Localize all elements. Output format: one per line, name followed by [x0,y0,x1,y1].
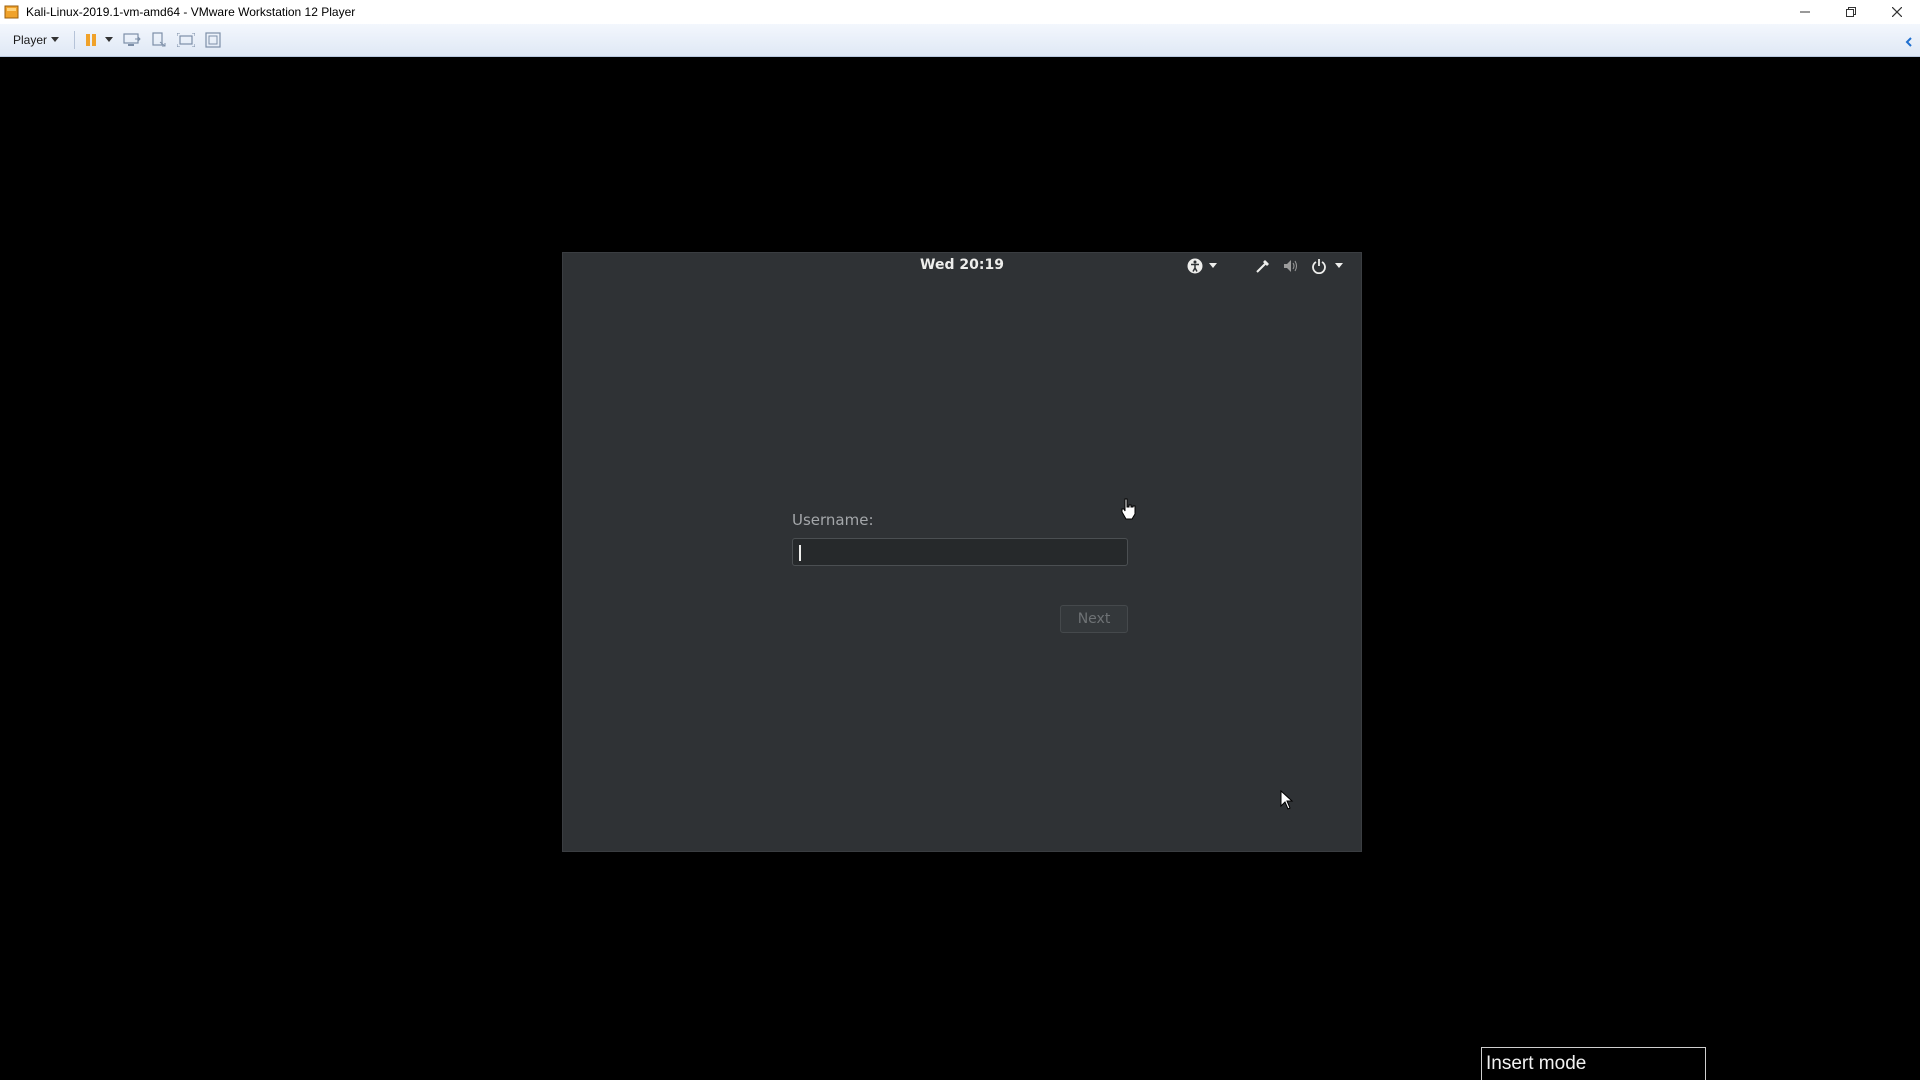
window-title: Kali-Linux-2019.1-vm-amd64 - VMware Work… [26,5,356,19]
arrow-cursor-icon [1280,790,1294,810]
next-button[interactable]: Next [1060,605,1128,633]
power-icon [1312,259,1326,274]
send-ctrl-alt-del-button[interactable] [121,29,143,51]
collapse-toolbar-button[interactable] [1904,32,1914,51]
window-title-bar: Kali-Linux-2019.1-vm-amd64 - VMware Work… [0,0,1920,24]
vmware-app-icon [4,4,20,20]
chevron-down-icon [51,37,60,42]
network-icon [1256,260,1269,273]
removable-devices-icon [152,32,166,47]
login-form: Username: Next [792,511,1128,633]
minimize-button[interactable] [1782,0,1828,24]
username-label: Username: [792,511,874,529]
volume-icon [1284,260,1297,272]
username-input[interactable] [792,538,1128,566]
hand-cursor-icon [1121,498,1136,520]
player-toolbar: Player [0,24,1920,57]
chevron-down-icon [1335,263,1343,268]
player-menu-button[interactable]: Player [8,31,64,49]
close-button[interactable] [1874,0,1920,24]
toolbar-divider [74,31,76,49]
removable-devices-button[interactable] [148,29,170,51]
accessibility-icon [1187,258,1203,274]
accessibility-menu[interactable] [1187,257,1217,275]
pause-icon [86,34,97,46]
window-controls [1782,0,1920,24]
minimize-icon [1800,11,1810,13]
collapse-toolbar-icon [1905,37,1912,47]
insert-mode-indicator: Insert mode [1481,1047,1706,1080]
gnome-top-bar: Wed 20:19 [563,253,1361,277]
chevron-down-icon [105,37,114,42]
pause-dropdown-button[interactable] [102,29,116,51]
vm-display[interactable]: Wed 20:19 Username: Next [562,252,1362,852]
pause-button[interactable] [80,29,102,51]
close-icon [1892,7,1902,17]
restore-icon [1846,7,1856,17]
clock[interactable]: Wed 20:19 [563,257,1361,273]
system-status-menu[interactable] [1255,257,1343,275]
restore-button[interactable] [1828,0,1874,24]
unity-icon [205,32,221,48]
fullscreen-icon [177,33,196,47]
send-ctrl-alt-del-icon [123,33,141,46]
player-menu-label: Player [13,33,48,47]
chevron-down-icon [1209,263,1217,268]
text-caret [799,545,801,561]
unity-button[interactable] [202,29,224,51]
fullscreen-button[interactable] [175,29,197,51]
